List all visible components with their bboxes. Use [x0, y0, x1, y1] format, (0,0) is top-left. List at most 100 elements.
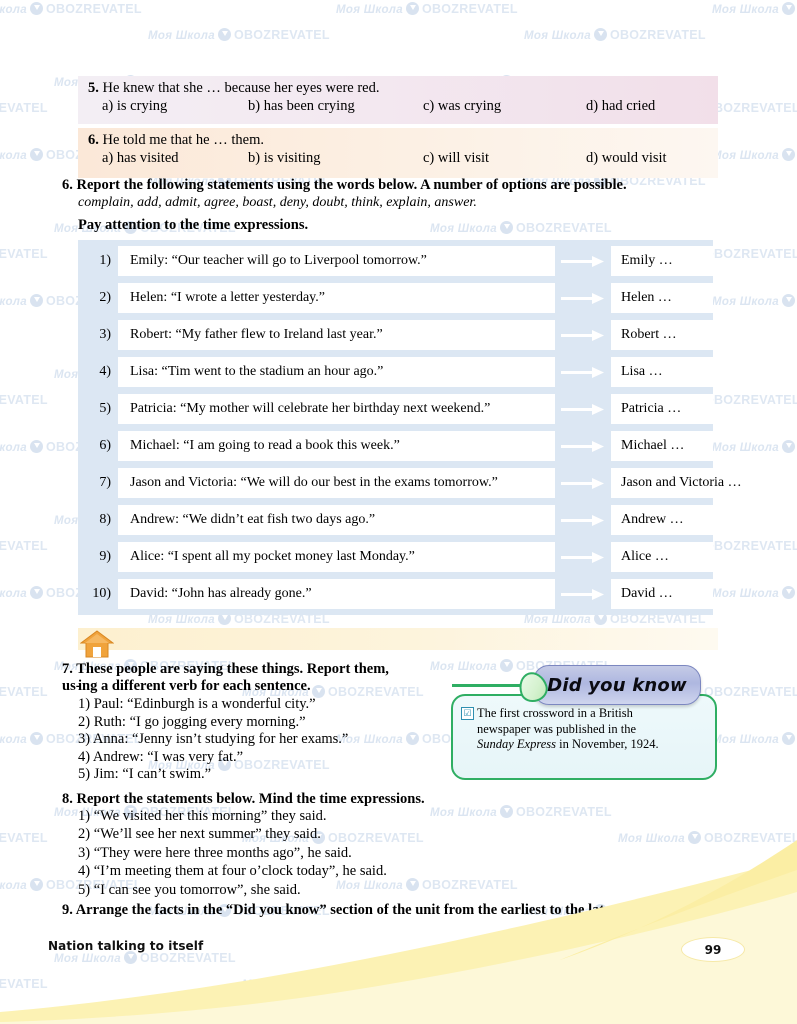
exercise-6-number: 6.: [62, 177, 73, 193]
quiz-5-option-c[interactable]: c) was crying: [423, 98, 501, 115]
quiz-item-5-number: 5.: [88, 80, 99, 96]
row-number: 4): [78, 357, 111, 387]
quiz-item-6-stem: 6. He told me that he … them.: [78, 132, 718, 148]
exercise-6-note: Pay attention to the time expressions.: [78, 217, 309, 233]
quiz-6-option-d[interactable]: d) would visit: [586, 150, 667, 167]
table-row: 2) Helen: “I wrote a letter yesterday.” He…: [78, 283, 713, 313]
row-number: 9): [78, 542, 111, 572]
list-item-number: 1): [78, 808, 91, 824]
row-number: 7): [78, 468, 111, 498]
option-label: b): [248, 150, 261, 166]
textbook-page: 5. He knew that she … because her eyes w…: [0, 0, 797, 1024]
row-statement: Lisa: “Tim went to the stadium an hour a…: [118, 357, 555, 387]
row-number: 5): [78, 394, 111, 424]
row-answer-prompt: Patricia …: [611, 394, 713, 424]
list-item-number: 5): [78, 766, 91, 783]
list-item: 1) Paul: “Edinburgh is a wonderful city.…: [78, 696, 316, 713]
page-number-badge: 99: [681, 937, 745, 962]
row-statement: Andrew: “We didn’t eat fish two days ago…: [118, 505, 555, 535]
list-item: 3) Anna: “Jenny isn’t studying for her e…: [78, 731, 348, 748]
list-item: 1) “We visited her this morning” they sa…: [78, 808, 327, 825]
row-statement: Patricia: “My mother will celebrate her …: [118, 394, 555, 424]
option-text: is visiting: [263, 150, 321, 166]
row-statement: Jason and Victoria: “We will do our best…: [118, 468, 555, 498]
arrow-right-icon: [555, 320, 611, 350]
quiz-item-5-stem: 5. He knew that she … because her eyes w…: [78, 80, 718, 96]
row-statement: Emily: “Our teacher will go to Liverpool…: [118, 246, 555, 276]
did-you-know-box: ☑ The first crossword in a British newsp…: [451, 694, 717, 780]
exercise-6-title: Report the following statements using th…: [76, 177, 627, 193]
option-text: has been crying: [263, 98, 355, 114]
list-item-text: Andrew: “I was very fat.”: [92, 748, 244, 765]
list-item: 5) Jim: “I can’t swim.”: [78, 766, 211, 783]
list-item-number: 1): [78, 696, 91, 712]
option-label: c): [423, 150, 435, 166]
list-item-number: 3): [78, 731, 91, 748]
table-row: 8) Andrew: “We didn’t eat fish two days a…: [78, 505, 713, 535]
callout-stem: [452, 684, 524, 687]
table-row: 7) Jason and Victoria: “We will do our be…: [78, 468, 742, 498]
option-text: had cried: [601, 98, 656, 114]
fact-line-3-rest: in November, 1924.: [556, 737, 659, 751]
fact-line-2: newspaper was published in the: [477, 721, 636, 736]
quiz-item-5-options: a) is crying b) has been crying c) was c…: [78, 98, 718, 116]
quiz-5-option-a[interactable]: a) is crying: [102, 98, 167, 115]
arrow-right-icon: [555, 579, 611, 609]
footer-swoosh-decoration: [0, 840, 797, 1024]
list-item-text: Jim: “I can’t swim.”: [93, 766, 212, 783]
arrow-right-icon: [555, 542, 611, 572]
quiz-6-option-b[interactable]: b) is visiting: [248, 150, 321, 167]
quiz-item-6-number: 6.: [88, 132, 99, 148]
arrow-right-icon: [555, 357, 611, 387]
row-answer-prompt: Emily …: [611, 246, 713, 276]
quiz-5-option-b[interactable]: b) has been crying: [248, 98, 355, 115]
quiz-5-option-d[interactable]: d) had cried: [586, 98, 655, 115]
table-row: 5) Patricia: “My mother will celebrate he…: [78, 394, 713, 424]
option-label: a): [102, 150, 114, 166]
row-answer-prompt: Lisa …: [611, 357, 713, 387]
home-icon: [80, 630, 114, 658]
exercise-6-table: 1) Emily: “Our teacher will go to Liverpo…: [78, 240, 742, 615]
row-answer-prompt: Andrew …: [611, 505, 713, 535]
table-row: 4) Lisa: “Tim went to the stadium an hour…: [78, 357, 713, 387]
quiz-6-option-c[interactable]: c) will visit: [423, 150, 489, 167]
arrow-right-icon: [555, 468, 611, 498]
quiz-item-5-text: He knew that she … because her eyes were…: [102, 80, 380, 96]
row-number: 10): [78, 579, 111, 609]
row-statement: Helen: “I wrote a letter yesterday.”: [118, 283, 555, 313]
exercise-7-title-line2: ing a different verb for each sentence.: [78, 678, 311, 694]
quiz-item-5: 5. He knew that she … because her eyes w…: [78, 76, 718, 124]
section-divider-band: [78, 628, 718, 650]
row-statement: Robert: “My father flew to Ireland last …: [118, 320, 555, 350]
option-text: is crying: [116, 98, 168, 114]
list-item-text: “We visited her this morning” they said.: [93, 808, 327, 824]
fact-line-1: The first crossword in a British: [477, 706, 633, 720]
table-row: 1) Emily: “Our teacher will go to Liverpo…: [78, 246, 713, 276]
row-answer-prompt: Robert …: [611, 320, 713, 350]
row-number: 2): [78, 283, 111, 313]
arrow-right-icon: [555, 431, 611, 461]
table-row: 6) Michael: “I am going to read a book th…: [78, 431, 713, 461]
list-item-number: 4): [78, 748, 91, 765]
row-answer-prompt: Michael …: [611, 431, 713, 461]
row-number: 8): [78, 505, 111, 535]
row-number: 1): [78, 246, 111, 276]
list-item-number: 2): [78, 713, 91, 730]
quiz-6-option-a[interactable]: a) has visited: [102, 150, 179, 167]
exercise-6-wordlist: complain, add, admit, agree, boast, deny…: [78, 195, 477, 210]
fact-source: Sunday Express: [477, 737, 557, 751]
option-label: a): [102, 98, 114, 114]
table-row: 10) David: “John has already gone.” David …: [78, 579, 713, 609]
did-you-know-banner: Did you know: [533, 665, 701, 705]
footer-title: Nation talking to itself: [48, 939, 204, 953]
arrow-right-icon: [555, 394, 611, 424]
list-item: 2) Ruth: “I go jogging every morning.”: [78, 714, 306, 731]
checkbox-icon: ☑: [461, 707, 474, 720]
list-item-text: Paul: “Edinburgh is a wonderful city.”: [93, 696, 316, 712]
exercise-8-heading: 8. Report the statements below. Mind the…: [62, 791, 562, 808]
row-statement: Michael: “I am going to read a book this…: [118, 431, 555, 461]
row-statement: Alice: “I spent all my pocket money last…: [118, 542, 555, 572]
list-item-text: Anna: “Jenny isn’t studying for her exam…: [92, 731, 349, 748]
did-you-know-fact: The first crossword in a British newspap…: [477, 706, 702, 753]
page-number: 99: [704, 942, 722, 957]
